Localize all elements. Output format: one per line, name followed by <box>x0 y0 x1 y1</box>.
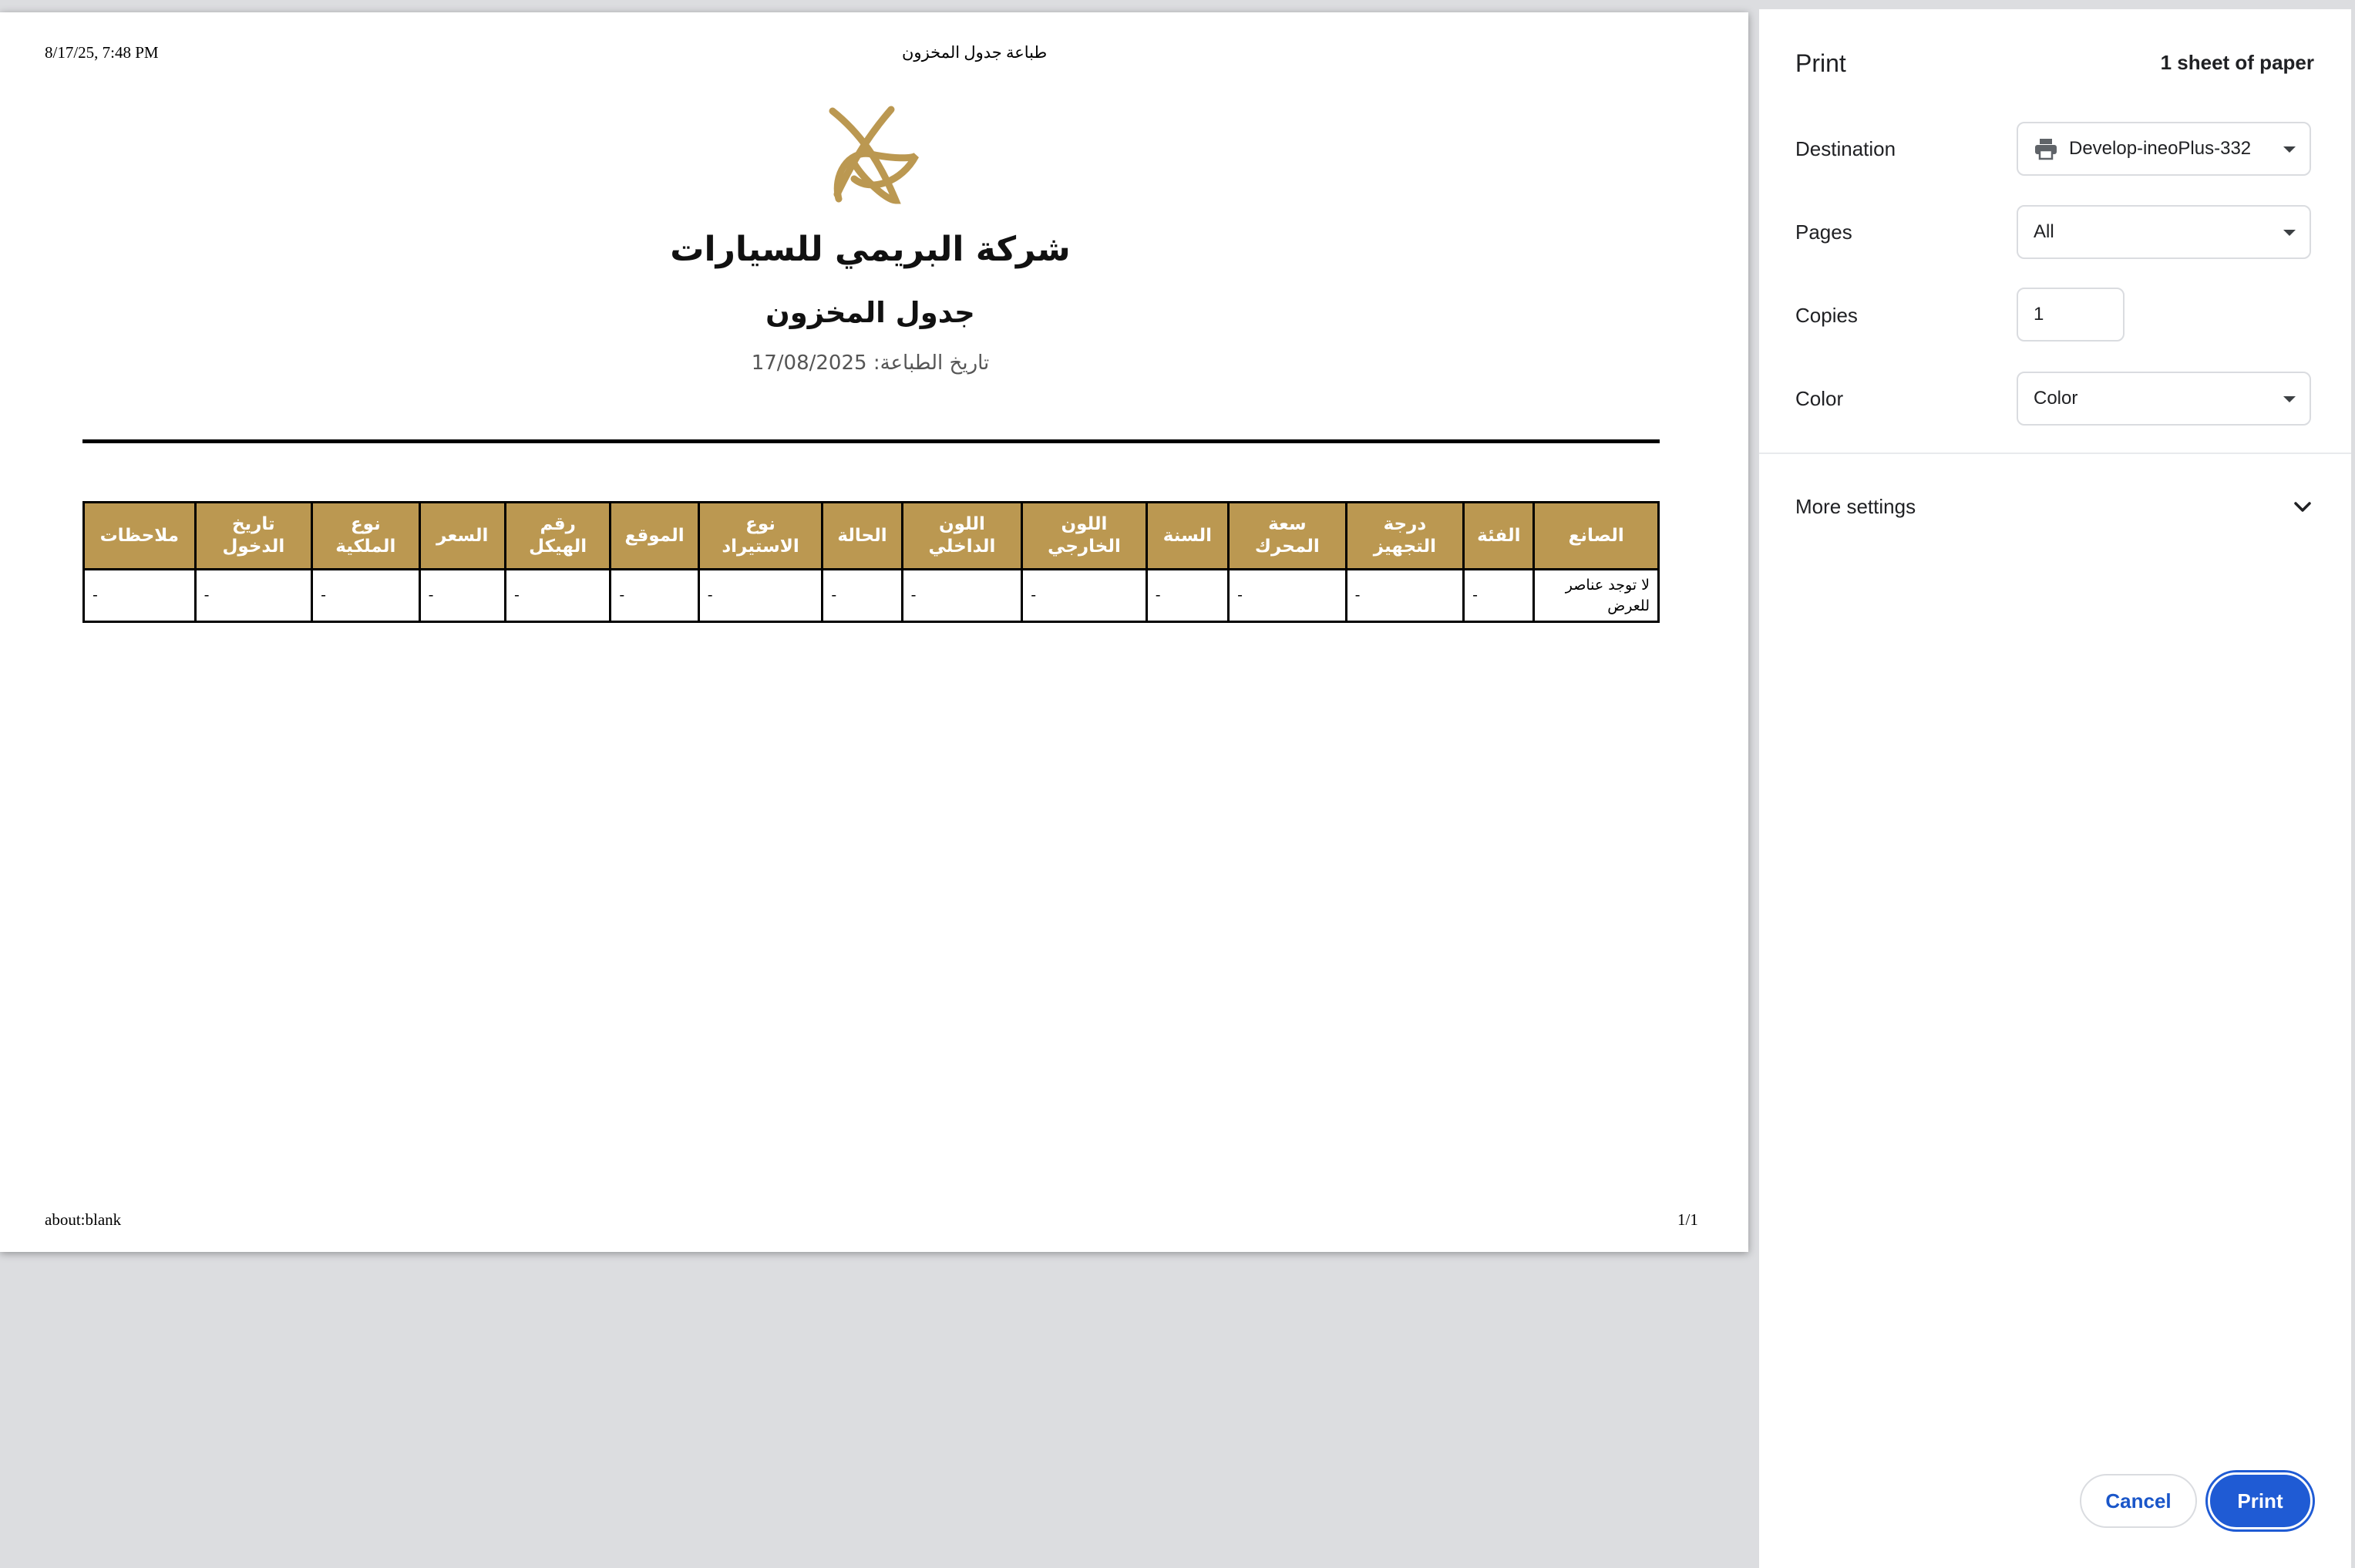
table-cell: - <box>697 568 824 623</box>
column-header: الصانع <box>1532 501 1660 570</box>
column-header: ملاحظات <box>82 501 197 570</box>
color-label: Color <box>1795 387 1844 410</box>
copies-label: Copies <box>1795 304 1858 327</box>
more-settings-toggle[interactable]: More settings <box>1795 495 1916 519</box>
chevron-down-icon <box>2283 146 2296 153</box>
table-cell: - <box>821 568 903 623</box>
table-cell: - <box>900 568 1024 623</box>
table-cell: - <box>1145 568 1230 623</box>
printer-icon <box>2035 139 2057 160</box>
column-header: نوع الاستيراد <box>697 501 824 570</box>
table-cell: - <box>1462 568 1536 623</box>
company-name: شركة البريمي للسيارات <box>670 230 1071 269</box>
column-header: الفئة <box>1462 501 1536 570</box>
destination-value: Develop-ineoPlus-332 <box>2069 138 2252 159</box>
column-header: درجة التجهيز <box>1344 501 1465 570</box>
column-header: اللون الخارجي <box>1021 501 1148 570</box>
table-cell: - <box>418 568 506 623</box>
column-header: السنة <box>1145 501 1230 570</box>
column-header: سعة المحرك <box>1227 501 1347 570</box>
column-header: نوع الملكية <box>311 501 421 570</box>
cancel-button[interactable]: Cancel <box>2080 1474 2197 1528</box>
table-cell: - <box>1344 568 1465 623</box>
inventory-table: الصانع الفئة درجة التجهيز سعة المحرك الس… <box>82 501 1660 623</box>
header-divider <box>82 439 1660 443</box>
company-logo <box>829 106 919 204</box>
column-header: السعر <box>418 501 506 570</box>
window-edge <box>2351 0 2355 1568</box>
pages-value: All <box>2034 221 2054 242</box>
color-select[interactable]: Color <box>2017 372 2311 426</box>
print-settings-panel: Print 1 sheet of paper Destination Devel… <box>1759 9 2355 1568</box>
table-cell: - <box>1227 568 1347 623</box>
report-title: جدول المخزون <box>765 296 975 329</box>
column-header: الحالة <box>821 501 903 570</box>
copies-input[interactable]: 1 <box>2017 288 2125 342</box>
table-cell: - <box>193 568 314 623</box>
table-cell: - <box>311 568 421 623</box>
table-cell-empty-message: لا توجد عناصر للعرض <box>1532 568 1660 623</box>
table-header-row: الصانع الفئة درجة التجهيز سعة المحرك الس… <box>82 501 1660 570</box>
print-button[interactable]: Print <box>2208 1472 2313 1529</box>
column-header: اللون الداخلي <box>900 501 1024 570</box>
expand-chevron-icon[interactable] <box>2293 500 2313 515</box>
column-header: الموقع <box>609 501 700 570</box>
table-cell: - <box>1021 568 1148 623</box>
table-row: لا توجد عناصر للعرض - - - - - - - - - - … <box>82 568 1660 623</box>
settings-divider <box>1759 453 2355 454</box>
table-cell: - <box>503 568 612 623</box>
chevron-down-icon <box>2283 396 2296 402</box>
print-preview-page: 8/17/25, 7:48 PM طباعة جدول المخزون شركة… <box>0 12 1748 1252</box>
footer-page-number: 1/1 <box>1677 1210 1698 1229</box>
destination-label: Destination <box>1795 137 1896 160</box>
pages-select[interactable]: All <box>2017 205 2311 259</box>
table-cell: - <box>609 568 700 623</box>
header-datetime: 8/17/25, 7:48 PM <box>45 43 159 62</box>
column-header: رقم الهيكل <box>503 501 612 570</box>
column-header: تاريخ الدخول <box>193 501 314 570</box>
chevron-down-icon <box>2283 230 2296 236</box>
top-strip <box>0 0 2355 9</box>
table-cell: - <box>82 568 197 623</box>
pages-label: Pages <box>1795 220 1852 244</box>
print-date: تاريخ الطباعة: 17/08/2025 <box>751 352 990 375</box>
color-value: Color <box>2034 388 2078 409</box>
destination-select[interactable]: Develop-ineoPlus-332 <box>2017 122 2311 176</box>
print-dialog-title: Print <box>1795 49 1846 77</box>
footer-url: about:blank <box>45 1210 122 1229</box>
sheet-count: 1 sheet of paper <box>2160 51 2314 74</box>
header-page-title: طباعة جدول المخزون <box>902 43 1048 62</box>
